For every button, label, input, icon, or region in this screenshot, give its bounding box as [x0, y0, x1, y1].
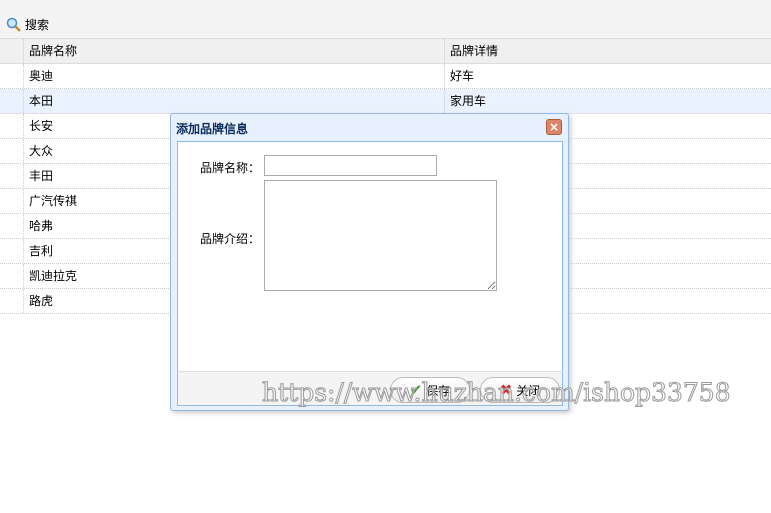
search-label: 搜索 — [25, 18, 50, 32]
table-row[interactable]: 奥迪 好车 — [0, 64, 771, 89]
row-number-cell — [0, 114, 24, 138]
brand-detail-cell: 家用车 — [450, 94, 487, 108]
row-number-cell — [0, 214, 24, 238]
add-brand-dialog: 添加品牌信息 × 品牌名称： 品牌介绍： ✔ 保存 ✖ 关闭 — [170, 113, 569, 411]
brand-intro-label: 品牌介绍： — [200, 232, 261, 246]
close-button[interactable]: ✖ 关闭 — [480, 377, 560, 403]
row-number-cell — [0, 189, 24, 213]
brand-name-input[interactable] — [264, 155, 437, 176]
row-number-cell — [0, 264, 24, 288]
brand-detail-cell: 好车 — [450, 69, 475, 83]
row-number-cell — [0, 164, 24, 188]
dialog-close-icon[interactable]: × — [546, 119, 562, 135]
row-number-cell — [0, 64, 24, 88]
save-button[interactable]: ✔ 保存 — [390, 377, 470, 403]
row-number-cell — [0, 89, 24, 113]
save-label: 保存 — [426, 383, 451, 398]
column-header-brand-name[interactable]: 品牌名称 — [24, 39, 445, 63]
dialog-footer: ✔ 保存 ✖ 关闭 — [177, 371, 563, 406]
row-number-cell — [0, 139, 24, 163]
dialog-body: 品牌名称： 品牌介绍： — [177, 141, 563, 371]
brand-intro-textarea[interactable] — [264, 180, 497, 291]
column-header-brand-detail[interactable]: 品牌详情 — [445, 39, 771, 63]
row-number-cell — [0, 289, 24, 313]
close-label: 关闭 — [516, 383, 541, 398]
dialog-title: 添加品牌信息 — [176, 122, 249, 136]
check-icon: ✔ — [409, 381, 423, 399]
brand-name-cell: 奥迪 — [24, 64, 445, 88]
search-button[interactable]: 搜索 — [6, 16, 49, 33]
grid-header: 品牌名称 品牌详情 — [0, 39, 771, 64]
search-icon — [6, 17, 21, 32]
toolbar: 搜索 — [0, 0, 771, 39]
brand-name-cell: 本田 — [24, 89, 445, 113]
cross-icon: ✖ — [499, 381, 513, 399]
row-number-cell — [0, 239, 24, 263]
brand-name-label: 品牌名称： — [200, 161, 261, 175]
table-row[interactable]: 本田 家用车 — [0, 89, 771, 114]
